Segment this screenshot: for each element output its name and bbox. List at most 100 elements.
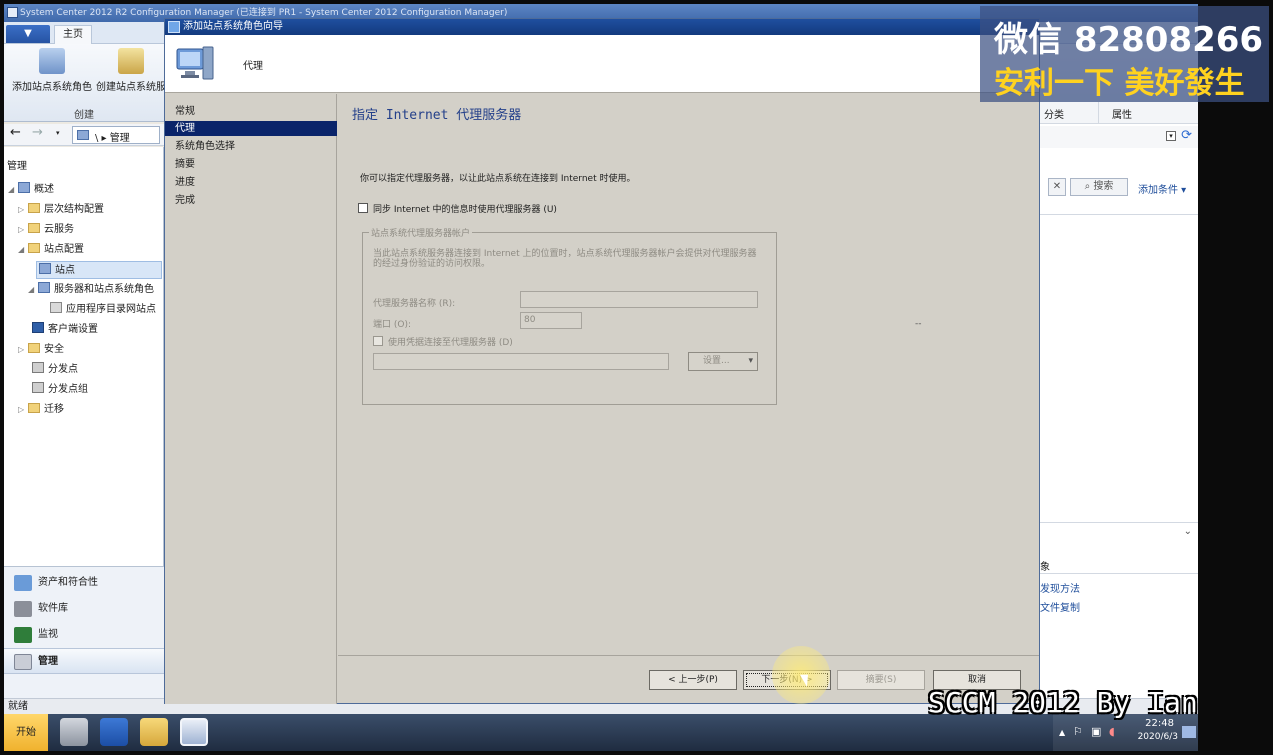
refresh-icon[interactable]: ⟳ — [1181, 128, 1192, 143]
tree-item-distribution-points[interactable]: 分发点 — [32, 361, 78, 379]
workspace-label: 监视 — [38, 629, 58, 640]
folder-icon — [28, 403, 40, 413]
forward-arrow-icon[interactable]: → — [32, 125, 43, 140]
divider — [1038, 214, 1198, 215]
folder-icon — [28, 223, 40, 233]
address-bar[interactable]: \ ▸ 管理 — [72, 126, 160, 144]
proxy-account-group: 站点系统代理服务器帐户 当此站点系统服务器连接到 Internet 上的位置时，… — [362, 226, 777, 405]
chevron-down-icon[interactable]: ⌄ — [1184, 526, 1192, 537]
pane-title: 管理 — [7, 161, 27, 172]
assets-icon — [14, 575, 32, 591]
tree-item-security[interactable]: ▷ 安全 — [18, 341, 64, 359]
wizard-steps: 常规 代理 系统角色选择 摘要 进度 完成 — [165, 94, 337, 704]
tree-item-overview[interactable]: ◢ 概述 — [8, 181, 54, 199]
content-heading: 指定 Internet 代理服务器 — [352, 108, 522, 123]
file-menu-button[interactable]: ▼ — [6, 25, 50, 43]
ribbon-group-label: 创建 — [74, 110, 94, 121]
tree-item-sites[interactable]: 站点 — [36, 261, 162, 279]
distribution-group-icon — [32, 382, 44, 393]
related-objects-title: 象 — [1040, 562, 1050, 573]
step-role-selection: 系统角色选择 — [175, 141, 235, 152]
wizard-title: 添加站点系统角色向导 — [183, 21, 283, 32]
clear-search-icon[interactable]: ✕ — [1048, 178, 1066, 196]
watermark-banner: 微信 82808266 安利一下 美好發生 — [980, 6, 1269, 102]
create-site-system-server-button[interactable]: 创建站点系统服 — [96, 48, 166, 98]
folder-icon — [28, 243, 40, 253]
taskbar: 开始 ▲ ⚐ ▣ ◖ 22:48 2020/6/3 — [4, 714, 1198, 751]
collapse-icon: ◢ — [28, 285, 35, 294]
monitoring-icon — [14, 627, 32, 643]
dash-mark: -- — [915, 319, 922, 329]
computer-icon — [175, 45, 215, 83]
column-divider — [1098, 102, 1099, 124]
software-library-icon — [14, 601, 32, 617]
folder-icon — [28, 343, 40, 353]
tree-item-migration[interactable]: ▷ 迁移 — [18, 401, 64, 419]
next-button[interactable]: 下一步(N) > — [743, 670, 831, 690]
settings-button[interactable]: 设置... ▾ — [688, 352, 758, 371]
workspace-monitoring[interactable]: 监视 — [4, 622, 164, 648]
ribbon-button-label: 创建站点系统服 — [96, 82, 166, 93]
tree-item-label: 服务器和站点系统角色 — [54, 284, 154, 295]
sync-proxy-option[interactable]: 同步 Internet 中的信息时使用代理服务器 (U) — [358, 202, 557, 215]
network-icon[interactable]: ▣ — [1091, 725, 1101, 738]
step-summary: 摘要 — [175, 159, 195, 170]
workspace-administration[interactable]: 管理 — [4, 648, 164, 674]
history-dropdown-icon[interactable]: ▾ — [56, 129, 60, 137]
wizard-icon — [168, 21, 180, 33]
explorer-icon[interactable] — [140, 718, 168, 746]
add-site-system-role-button[interactable]: 添加站点系统角色 — [8, 48, 96, 98]
distribution-point-icon — [32, 362, 44, 373]
group-title: 站点系统代理服务器帐户 — [369, 226, 473, 239]
tree-item-distribution-point-groups[interactable]: 分发点组 — [32, 381, 88, 399]
column-header-category[interactable]: 分类 — [1044, 106, 1064, 121]
proxy-name-label: 代理服务器名称 (R): — [373, 299, 456, 309]
proxy-name-input[interactable] — [520, 291, 758, 308]
breadcrumb: \ ▸ 管理 — [95, 133, 130, 144]
column-header-properties[interactable]: 属性 — [1112, 106, 1132, 121]
role-icon — [39, 48, 65, 74]
show-desktop-icon[interactable] — [1182, 726, 1196, 738]
navigation-pane: 管理 ◢ 概述 ▷ 层次结构配置 ▷ 云服务 ◢ 站点配置 站点 ◢ 服务器和站点系统角色… — [4, 147, 164, 698]
sync-proxy-checkbox[interactable] — [358, 203, 368, 213]
dropdown-icon[interactable]: ▾ — [1166, 131, 1176, 141]
tree-item-site-config[interactable]: ◢ 站点配置 — [18, 241, 84, 259]
content-description: 你可以指定代理服务器，以让此站点系统在连接到 Internet 时使用。 — [360, 174, 636, 184]
show-hidden-icons-icon[interactable]: ▲ — [1059, 728, 1065, 737]
link-file-replication[interactable]: 文件复制 — [1040, 599, 1080, 614]
tree-item-app-catalog[interactable]: 应用程序目录网站点 — [50, 301, 156, 319]
start-button[interactable]: 开始 — [4, 714, 48, 751]
powershell-icon[interactable] — [100, 718, 128, 746]
account-input[interactable] — [373, 353, 669, 370]
flag-icon[interactable]: ⚐ — [1073, 725, 1083, 738]
tree-item-client-settings[interactable]: 客户端设置 — [32, 321, 98, 339]
volume-icon[interactable]: ◖ — [1109, 725, 1115, 738]
previous-button[interactable]: < 上一步(P) — [649, 670, 737, 690]
watermark-wechat: 微信 82808266 — [994, 20, 1264, 60]
credentials-option[interactable]: 使用凭据连接至代理服务器 (D) — [373, 335, 513, 348]
tree-item-hierarchy[interactable]: ▷ 层次结构配置 — [18, 201, 104, 219]
configuration-manager-icon[interactable] — [180, 718, 208, 746]
summary-button[interactable]: 摘要(S) — [837, 670, 925, 690]
server-manager-icon[interactable] — [60, 718, 88, 746]
tree-item-servers-roles[interactable]: ◢ 服务器和站点系统角色 — [28, 281, 154, 299]
tab-home[interactable]: 主页 — [54, 25, 92, 44]
vm-desktop: System Center 2012 R2 Configuration Mana… — [4, 4, 1198, 751]
credentials-checkbox[interactable] — [373, 336, 383, 346]
clock-time[interactable]: 22:48 — [1145, 718, 1174, 729]
workspace-assets[interactable]: 资产和符合性 — [4, 570, 164, 596]
add-criteria-link[interactable]: 添加条件 ▾ — [1138, 181, 1186, 196]
tree-item-label: 概述 — [34, 184, 54, 195]
port-input[interactable]: 80 — [520, 312, 582, 329]
search-button[interactable]: ⌕ 搜索 — [1070, 178, 1128, 196]
workspace-software-library[interactable]: 软件库 — [4, 596, 164, 622]
tree-item-cloud-services[interactable]: ▷ 云服务 — [18, 221, 74, 239]
wizard-page-title: 代理 — [243, 61, 263, 72]
workspace-label: 管理 — [38, 656, 58, 667]
back-arrow-icon[interactable]: ← — [10, 125, 21, 140]
expand-icon: ▷ — [18, 205, 25, 214]
watermark-slogan: 安利一下 美好發生 — [994, 66, 1245, 101]
tree-item-label: 站点 — [55, 265, 75, 276]
link-discovery-methods[interactable]: 发现方法 — [1040, 580, 1080, 595]
clock-date[interactable]: 2020/6/3 — [1138, 732, 1178, 742]
